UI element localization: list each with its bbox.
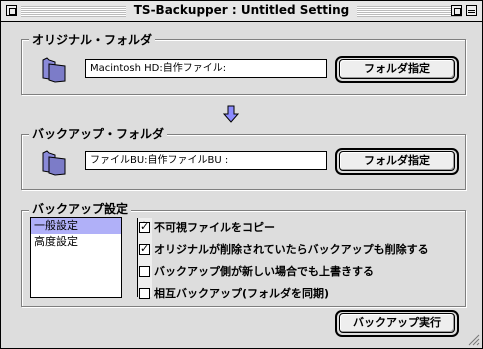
title-bar[interactable]: TS-Backupper : Untitled Setting [1,1,482,22]
list-item-advanced[interactable]: 高度設定 [31,234,121,250]
list-item-general[interactable]: 一般設定 [31,218,121,234]
backup-select-folder-button[interactable]: フォルダ指定 [339,151,455,171]
window-title: TS-Backupper : Untitled Setting [125,3,358,17]
option-overwrite-newer[interactable]: バックアップ側が新しい場合でも上書きする [139,263,374,278]
arrow-down-icon [223,105,239,123]
backup-settings-label: バックアップ設定 [29,200,132,217]
main-window: TS-Backupper : Untitled Setting オリジナル・フォ… [0,0,483,349]
run-backup-button[interactable]: バックアップ実行 [339,313,455,333]
backup-path-field[interactable]: ファイルBU:自作ファイルBU : [85,151,327,170]
original-select-folder-button[interactable]: フォルダ指定 [339,59,455,79]
settings-category-list[interactable]: 一般設定 高度設定 [30,217,152,298]
checkbox-checked-icon[interactable] [139,220,150,233]
option-sync-folders[interactable]: 相互バックアップ(フォルダを同期) [139,285,329,300]
checkbox-checked-icon[interactable] [139,242,150,255]
option-copy-invisible[interactable]: 不可視ファイルをコピー [139,219,275,234]
option-mirror-delete[interactable]: オリジナルが削除されていたらバックアップも削除する [139,241,429,256]
folder-icon [42,57,66,83]
original-path-field[interactable]: Macintosh HD:自作ファイル: [85,59,327,78]
checkbox-unchecked-icon[interactable] [139,265,150,277]
resize-grip-icon[interactable] [467,333,481,347]
folder-icon [42,150,66,176]
original-folder-label: オリジナル・フォルダ [29,31,156,48]
checkbox-unchecked-icon[interactable] [139,287,150,299]
backup-folder-label: バックアップ・フォルダ [29,125,168,142]
